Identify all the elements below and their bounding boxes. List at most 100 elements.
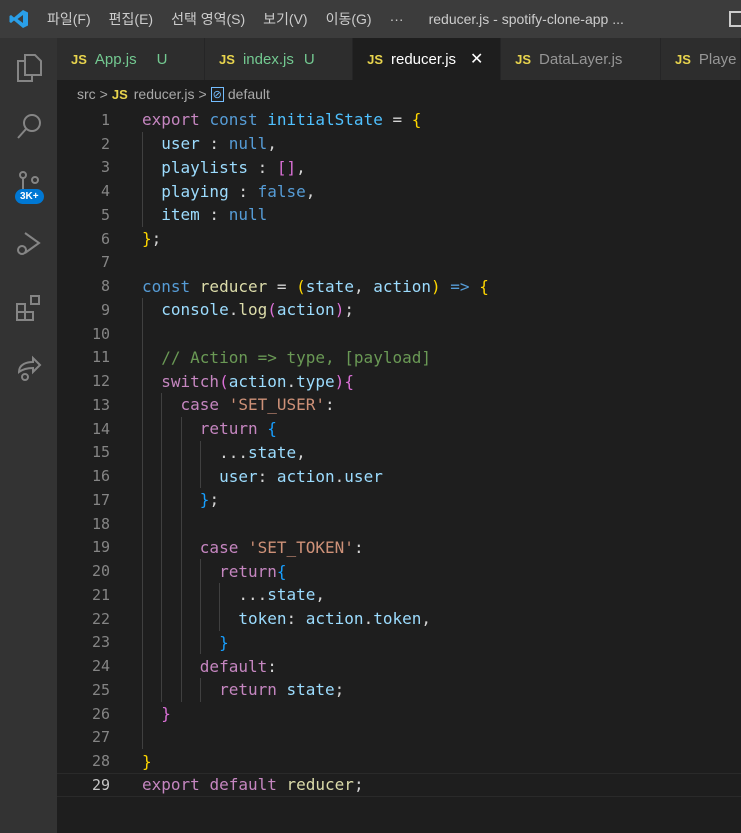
indent-guide (199, 630, 219, 655)
tab-player-js[interactable]: JS Playe (661, 38, 741, 80)
code-line[interactable]: 18 (57, 511, 741, 536)
menu-go[interactable]: 이동(G) (317, 9, 381, 29)
code-line[interactable]: 14 return { (57, 416, 741, 441)
explorer-icon[interactable] (0, 44, 57, 92)
menu-more[interactable]: ··· (381, 11, 413, 27)
code-line[interactable]: 21... state, (57, 583, 741, 607)
code-token: . (228, 300, 239, 320)
tab-label: index.js (242, 50, 294, 68)
line-content: console. log(action); (142, 298, 354, 322)
js-file-icon: JS (515, 51, 532, 67)
js-file-icon: JS (367, 51, 383, 67)
indent-guide (142, 725, 161, 750)
code-token: action (276, 466, 335, 486)
code-line[interactable]: 24 default: (57, 654, 741, 678)
code-line[interactable]: 19 case 'SET_TOKEN': (57, 535, 741, 560)
line-content: }; (142, 488, 219, 512)
tab-app-js[interactable]: JS App.js U (57, 38, 206, 80)
line-number: 13 (91, 395, 110, 414)
breadcrumb-folder[interactable]: src (77, 86, 96, 102)
code-token: = (382, 110, 412, 130)
line-content: case 'SET_TOKEN': (142, 535, 364, 560)
code-line[interactable]: 11 // Action => type, [payload] (57, 345, 741, 370)
indent-guide (142, 535, 161, 560)
line-number: 8 (100, 277, 110, 296)
indent-guide (142, 654, 161, 678)
menu-edit[interactable]: 편집(E) (100, 9, 162, 29)
menu-view[interactable]: 보기(V) (254, 9, 316, 29)
code-line[interactable]: 25 return state; (57, 678, 741, 702)
search-icon[interactable] (0, 102, 57, 150)
code-line[interactable]: 4 playing : false, (57, 179, 741, 203)
code-token: } (199, 490, 210, 510)
tab-reducer-js[interactable]: JS reducer.js ✕ (353, 38, 502, 80)
line-content: } (142, 630, 229, 655)
code-editor[interactable]: 1 export const initialState = {2 user : nu… (57, 108, 741, 833)
line-content: item : null (142, 203, 267, 227)
line-number: 27 (91, 728, 110, 747)
code-token: action (228, 371, 287, 391)
indent-guide (161, 393, 180, 417)
indent-guide (180, 440, 200, 465)
code-line[interactable]: 26} (57, 701, 741, 726)
menu-file[interactable]: 파일(F) (38, 9, 100, 29)
breadcrumb: src > JS reducer.js > ⊘ default (57, 80, 741, 108)
line-content: export default reducer; (142, 774, 364, 796)
code-token: , (353, 276, 374, 296)
line-number: 6 (100, 229, 110, 248)
code-line[interactable]: 20 return{ (57, 559, 741, 583)
line-content: user: action. user (142, 464, 383, 488)
line-number: 21 (91, 585, 110, 604)
code-line[interactable]: 8 const reducer = (state, action) => { (57, 274, 741, 298)
code-line[interactable]: 29 export default reducer; (57, 773, 741, 797)
breadcrumb-file[interactable]: reducer.js (134, 86, 195, 102)
code-line[interactable]: 17}; (57, 488, 741, 512)
indent-guide (142, 630, 161, 655)
code-line[interactable]: 5 item : null (57, 203, 741, 227)
code-line[interactable]: 23} (57, 630, 741, 655)
live-share-icon[interactable] (0, 344, 57, 392)
code-line[interactable]: 10 (57, 321, 741, 346)
code-token: { (479, 276, 489, 296)
code-line[interactable]: 28} (57, 749, 741, 773)
code-line[interactable]: 9 console. log(action); (57, 298, 741, 322)
code-token: ( (267, 300, 277, 320)
source-control-badge: 3K+ (15, 189, 44, 204)
code-token: user (161, 134, 200, 154)
tab-index-js[interactable]: JS index.js U (205, 38, 354, 80)
code-line[interactable]: 2 user : null, (57, 131, 741, 156)
menu-selection[interactable]: 선택 영역(S) (162, 9, 254, 29)
code-line[interactable]: 15... state, (57, 440, 741, 465)
code-line[interactable]: 16 user: action. user (57, 464, 741, 488)
line-content: switch(action. type){ (142, 369, 354, 393)
code-token: item (161, 205, 200, 225)
code-line[interactable]: 6}; (57, 227, 741, 251)
code-line[interactable]: 1 export const initialState = { (57, 108, 741, 132)
code-token: default (199, 656, 268, 676)
code-token: const (142, 276, 200, 296)
close-icon[interactable]: ✕ (470, 49, 483, 69)
code-line[interactable]: 27 (57, 725, 741, 750)
code-line[interactable]: 13 case 'SET_USER': (57, 393, 741, 417)
chevron-right-icon: > (99, 86, 108, 102)
layout-icon[interactable] (729, 11, 741, 27)
code-line[interactable]: 12 switch(action. type){ (57, 369, 741, 393)
indent-guide (199, 559, 219, 583)
code-token: : (257, 466, 277, 486)
tab-status: U (303, 50, 315, 68)
code-line[interactable]: 22 token: action. token, (57, 606, 741, 631)
extensions-icon[interactable] (0, 284, 57, 332)
line-number: 17 (91, 490, 110, 509)
tab-datalayer-js[interactable]: JS DataLayer.js (501, 38, 661, 80)
activity-bar: 3K+ (0, 38, 57, 833)
indent-guide (161, 583, 180, 607)
code-line[interactable]: 3 playlists : [], (57, 155, 741, 180)
indent-guide (180, 488, 200, 512)
code-token: : (199, 205, 229, 225)
breadcrumb-symbol[interactable]: default (228, 86, 270, 102)
code-token: , (267, 134, 277, 154)
run-debug-icon[interactable] (0, 220, 57, 268)
line-number: 12 (91, 372, 110, 391)
indent-guide (142, 678, 161, 702)
code-line[interactable]: 7 (57, 251, 741, 275)
